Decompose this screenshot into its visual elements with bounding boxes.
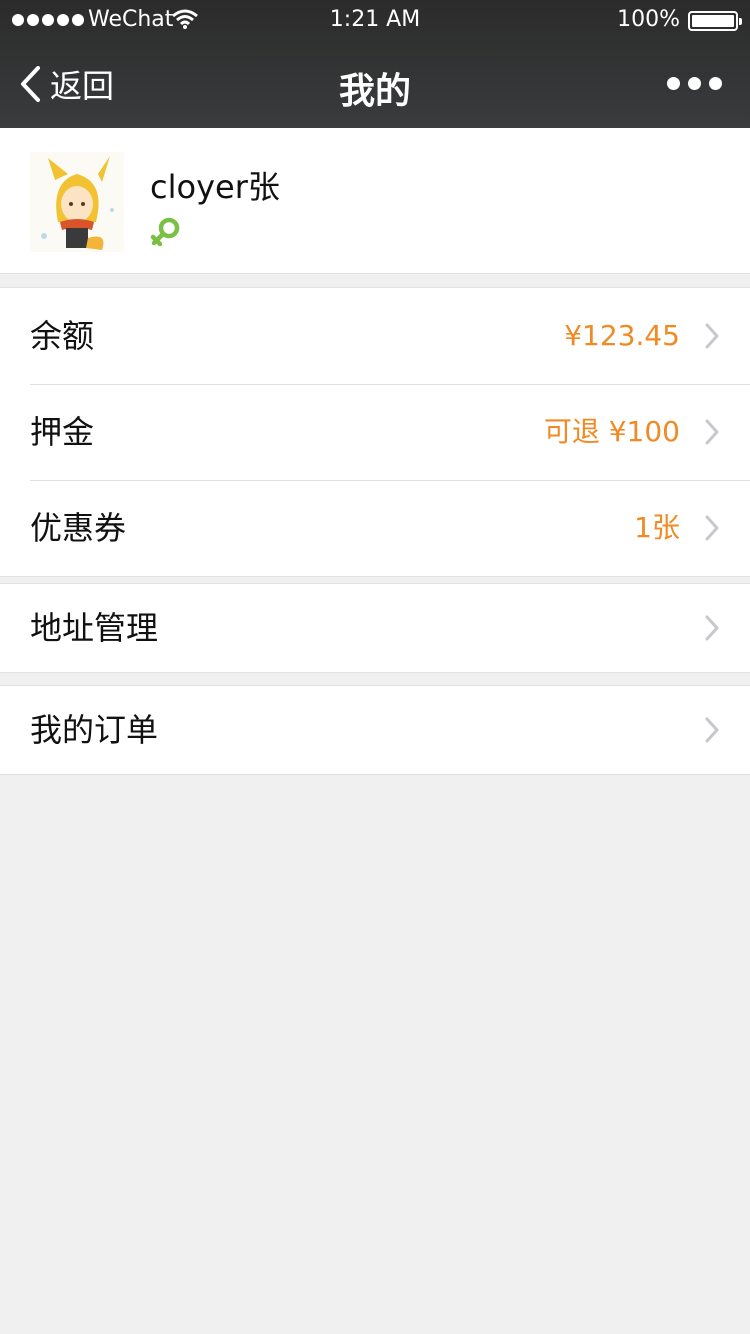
status-bar: WeChat 1:21 AM 100%	[0, 0, 750, 40]
row-label: 余额	[30, 317, 95, 355]
more-dot-icon	[667, 77, 680, 90]
battery-icon	[688, 11, 742, 31]
top-bar: WeChat 1:21 AM 100% 返回 我的	[0, 0, 750, 128]
deposit-row[interactable]: 押金 可退 ¥100	[0, 384, 750, 480]
orders-group: 我的订单	[0, 685, 750, 775]
more-options-button[interactable]	[667, 77, 722, 90]
username: cloyer张	[150, 168, 280, 206]
female-symbol-icon	[150, 217, 180, 247]
chevron-right-icon	[705, 419, 719, 445]
my-orders-row[interactable]: 我的订单	[0, 686, 750, 774]
battery-percentage: 100%	[617, 7, 680, 32]
balance-row[interactable]: 余额 ¥123.45	[0, 288, 750, 384]
chevron-right-icon	[705, 323, 719, 349]
address-management-row[interactable]: 地址管理	[0, 584, 750, 672]
row-label: 地址管理	[30, 609, 159, 647]
more-dot-icon	[709, 77, 722, 90]
page-title: 我的	[338, 71, 411, 112]
avatar	[30, 152, 124, 252]
row-label: 押金	[30, 413, 95, 451]
profile-card[interactable]: cloyer张	[0, 128, 750, 274]
row-label: 优惠券	[30, 509, 127, 547]
deposit-value: 可退 ¥100	[543, 415, 680, 448]
chevron-right-icon	[705, 615, 719, 641]
wallet-group: 余额 ¥123.45 押金 可退 ¥100 优惠券 1张	[0, 287, 750, 577]
chevron-right-icon	[705, 515, 719, 541]
more-dot-icon	[688, 77, 701, 90]
coupon-value: 1张	[634, 511, 680, 544]
balance-value: ¥123.45	[564, 319, 680, 352]
chevron-right-icon	[705, 717, 719, 743]
coupon-row[interactable]: 优惠券 1张	[0, 480, 750, 576]
address-group: 地址管理	[0, 583, 750, 673]
row-label: 我的订单	[30, 711, 159, 749]
navigation-bar: 返回 我的	[0, 40, 750, 128]
